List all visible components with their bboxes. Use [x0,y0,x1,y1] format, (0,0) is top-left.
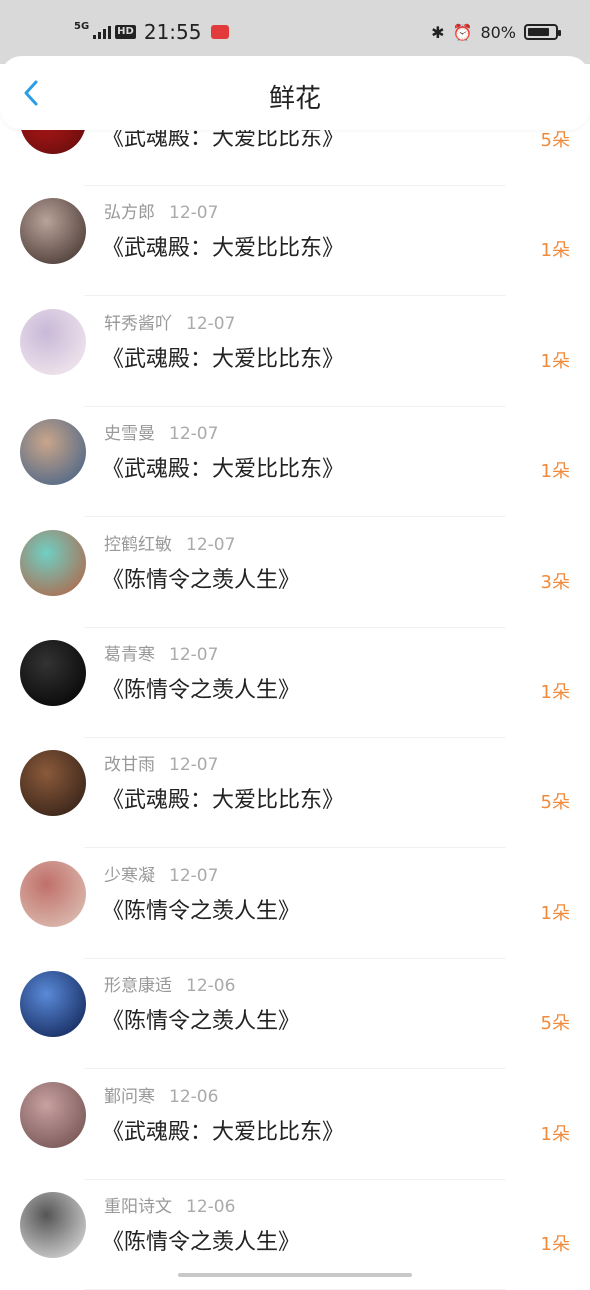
status-right: ✱ ⏰ 80% [431,20,561,44]
avatar[interactable] [20,198,86,265]
user-info: 轩秀酱吖 12-07 [104,309,235,334]
record-date: 12-06 [169,1086,219,1107]
book-title[interactable]: 《陈情令之羡人生》 [102,672,300,704]
book-title[interactable]: 《武魂殿：大爱比比东》 [102,1114,344,1146]
list-item[interactable]: 控鹤红敏 12-07 《陈情令之羡人生》 3朵 [0,518,590,628]
list-item[interactable]: 改甘雨 12-07 《武魂殿：大爱比比东》 5朵 [0,738,590,849]
book-title[interactable]: 《陈情令之羡人生》 [102,1003,300,1035]
battery-percent: 80% [480,22,516,42]
alarm-icon: ⏰ [452,22,473,42]
book-title[interactable]: 《武魂殿：大爱比比东》 [102,230,344,262]
flower-count: 1朵 [540,682,570,703]
avatar[interactable] [20,529,86,596]
record-date: 12-06 [186,976,236,997]
avatar[interactable] [20,971,86,1038]
user-info: 史雪曼 12-07 [104,419,218,444]
record-date: 12-07 [169,203,219,224]
list-item[interactable]: 史雪曼 12-07 《武魂殿：大爱比比东》 1朵 [0,407,590,518]
user-name: 形意康适 [104,976,172,997]
user-name: 轩秀酱吖 [104,313,172,334]
book-title[interactable]: 《陈情令之羡人生》 [102,893,300,925]
record-date: 12-06 [186,1197,236,1217]
record-date: 12-07 [169,755,219,776]
flower-count: 1朵 [540,461,570,483]
flower-count: 1朵 [540,902,570,924]
home-indicator[interactable] [178,1273,412,1277]
flower-count: 5朵 [540,792,570,814]
avatar[interactable] [20,750,86,817]
record-date: 12-07 [169,865,219,886]
list-item[interactable]: 弘方郎 12-07 《武魂殿：大爱比比东》 1朵 [0,186,590,297]
book-title[interactable]: 《武魂殿：大爱比比东》 [102,451,344,483]
user-info: 弘方郎 12-07 [104,198,218,223]
book-title[interactable]: 《陈情令之羡人生》 [102,1224,300,1256]
flower-count: 1朵 [540,350,570,372]
user-info: 控鹤红敏 12-07 [104,530,235,555]
avatar[interactable] [20,1192,86,1258]
user-name: 鄞问寒 [104,1086,155,1107]
avatar[interactable] [20,1081,86,1148]
flower-count: 1朵 [540,240,570,262]
user-name: 葛青寒 [104,645,155,665]
app-notification-icon [211,25,230,39]
status-bar: 5G HD 21:55 ✱ ⏰ 80% [0,0,590,64]
flower-count: 1朵 [540,1234,570,1255]
user-info: 少寒凝 12-07 [104,861,218,886]
page-title: 鲜花 [268,84,321,114]
user-name: 史雪曼 [104,424,155,445]
user-info: 鄞问寒 12-06 [104,1082,218,1107]
book-title[interactable]: 《武魂殿：大爱比比东》 [102,341,344,373]
status-left: 5G HD 21:55 [74,20,230,44]
battery-icon [524,24,561,40]
user-name: 控鹤红敏 [104,534,172,555]
user-name: 改甘雨 [104,755,155,776]
list-item[interactable]: 形意康适 12-06 《陈情令之羡人生》 5朵 [0,959,590,1070]
flower-count: 1朵 [540,1123,570,1145]
book-title[interactable]: 《陈情令之羡人生》 [102,562,300,594]
signal-icon [93,25,112,39]
avatar[interactable] [20,860,86,927]
user-info: 葛青寒 12-07 [104,640,218,665]
list-item[interactable]: 葛青寒 12-07 《陈情令之羡人生》 1朵 [0,628,590,738]
user-name: 少寒凝 [104,865,155,886]
flower-count: 3朵 [540,571,570,593]
book-title[interactable]: 《武魂殿：大爱比比东》 [102,782,344,814]
top-nav-bar: 鲜花 [0,56,590,130]
record-date: 12-07 [186,534,236,555]
record-date: 12-07 [169,645,219,665]
list-item[interactable]: 轩秀酱吖 12-07 《武魂殿：大爱比比东》 1朵 [0,297,590,407]
list-item[interactable]: 鄞问寒 12-06 《武魂殿：大爱比比东》 1朵 [0,1070,590,1180]
bluetooth-icon: ✱ [431,22,445,42]
network-type: 5G [74,21,90,32]
user-name: 弘方郎 [104,203,155,224]
user-info: 改甘雨 12-07 [104,750,218,775]
record-date: 12-07 [169,424,219,445]
list-item[interactable]: 少寒凝 12-07 《陈情令之羡人生》 1朵 [0,849,590,959]
record-date: 12-07 [186,313,236,334]
user-info: 形意康适 12-06 [104,971,235,996]
user-name: 重阳诗文 [104,1197,172,1217]
avatar[interactable] [20,640,86,706]
flower-count: 5朵 [540,1013,570,1035]
status-time: 21:55 [143,20,202,44]
user-info: 重阳诗文 12-06 [104,1192,235,1217]
hd-badge: HD [115,25,136,39]
avatar[interactable] [20,308,86,375]
avatar[interactable] [20,419,86,486]
